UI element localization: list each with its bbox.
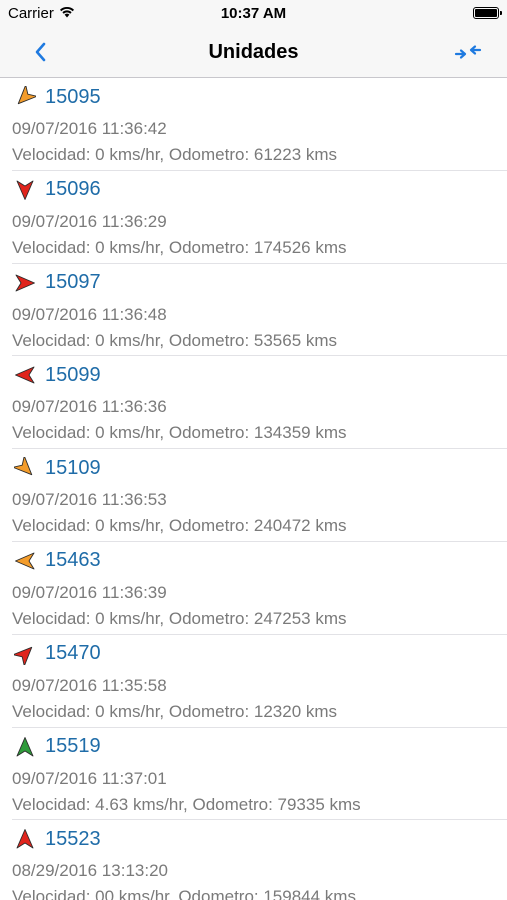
- page-title: Unidades: [208, 41, 299, 63]
- unit-timestamp: 08/29/2016 13:13:20: [12, 861, 168, 881]
- battery-icon: [473, 7, 502, 19]
- unit-id: 15519: [45, 735, 101, 758]
- unit-id: 15470: [45, 642, 101, 665]
- direction-arrow-icon: [12, 270, 38, 296]
- unit-id: 15109: [45, 456, 101, 479]
- arrows-converge-icon: [454, 45, 482, 59]
- unit-timestamp: 09/07/2016 11:36:53: [12, 490, 167, 510]
- unit-timestamp: 09/07/2016 11:36:39: [12, 582, 167, 602]
- direction-arrow-icon: [12, 362, 38, 388]
- unit-speed-odometer: Velocidad: 0 kms/hr, Odometro: 134359 km…: [12, 423, 347, 443]
- unit-speed-odometer: Velocidad: 0 kms/hr, Odometro: 61223 kms: [12, 145, 338, 164]
- unit-header: 15523: [12, 826, 101, 852]
- list-item[interactable]: 15519 09/07/2016 11:37:01 Velocidad: 4.63 …: [12, 728, 507, 821]
- collapse-button[interactable]: [453, 39, 483, 65]
- direction-arrow-icon: [12, 177, 38, 203]
- list-item[interactable]: 15109 09/07/2016 11:36:53 Velocidad: 0 kms…: [12, 449, 507, 542]
- status-bar: Carrier 10:37 AM: [0, 0, 507, 28]
- list-item[interactable]: 15463 09/07/2016 11:36:39 Velocidad: 0 kms…: [12, 542, 507, 635]
- list-item[interactable]: 15095 09/07/2016 11:36:42 Velocidad: 0 kms…: [12, 78, 507, 171]
- unit-speed-odometer: Velocidad: 0 kms/hr, Odometro: 174526 km…: [12, 237, 347, 257]
- unit-timestamp: 09/07/2016 11:37:01: [12, 768, 167, 788]
- unit-timestamp: 09/07/2016 11:36:48: [12, 304, 167, 324]
- unit-header: 15463: [12, 548, 101, 574]
- unit-header: 15095: [12, 84, 101, 110]
- unit-timestamp: 09/07/2016 11:36:36: [12, 397, 167, 417]
- unit-header: 15109: [12, 455, 101, 481]
- navigation-bar: Unidades: [0, 28, 507, 78]
- unit-speed-odometer: Velocidad: 4.63 kms/hr, Odometro: 79335 …: [12, 794, 361, 814]
- unit-header: 15519: [12, 734, 101, 760]
- clock: 10:37 AM: [220, 5, 287, 22]
- list-item[interactable]: 15096 09/07/2016 11:36:29 Velocidad: 0 kms…: [12, 171, 507, 264]
- list-item[interactable]: 15097 09/07/2016 11:36:48 Velocidad: 0 kms…: [12, 264, 507, 357]
- unit-speed-odometer: Velocidad: 0 kms/hr, Odometro: 12320 kms: [12, 701, 338, 721]
- unit-timestamp: 09/07/2016 11:36:42: [12, 119, 167, 138]
- unit-speed-odometer: Velocidad: 0 kms/hr, Odometro: 247253 km…: [12, 608, 347, 628]
- unit-id: 15097: [45, 271, 101, 294]
- list-item[interactable]: 15470 09/07/2016 11:35:58 Velocidad: 0 kms…: [12, 635, 507, 728]
- unit-header: 15470: [12, 641, 101, 667]
- unit-speed-odometer: Velocidad: 0 kms/hr, Odometro: 53565 kms: [12, 330, 338, 350]
- list-item[interactable]: 15523 08/29/2016 13:13:20 Velocidad: 00 km…: [12, 820, 507, 900]
- direction-arrow-icon: [12, 641, 38, 667]
- unit-speed-odometer: Velocidad: 00 kms/hr, Odometro: 159844 k…: [12, 887, 356, 900]
- unit-id: 15463: [45, 549, 101, 572]
- unit-list[interactable]: 15095 09/07/2016 11:36:42 Velocidad: 0 kms…: [0, 78, 507, 900]
- direction-arrow-icon: [12, 455, 38, 481]
- unit-timestamp: 09/07/2016 11:35:58: [12, 675, 167, 695]
- unit-header: 15099: [12, 362, 101, 388]
- unit-header: 15097: [12, 270, 101, 296]
- unit-timestamp: 09/07/2016 11:36:29: [12, 211, 167, 231]
- direction-arrow-icon: [12, 826, 38, 852]
- unit-id: 15095: [45, 85, 101, 108]
- unit-id: 15099: [45, 363, 101, 386]
- list-item[interactable]: 15099 09/07/2016 11:36:36 Velocidad: 0 kms…: [12, 356, 507, 450]
- direction-arrow-icon: [12, 734, 38, 760]
- unit-header: 15096: [12, 177, 101, 203]
- direction-arrow-icon: [12, 84, 38, 110]
- unit-id: 15096: [45, 178, 101, 201]
- unit-speed-odometer: Velocidad: 0 kms/hr, Odometro: 240472 km…: [12, 516, 347, 536]
- direction-arrow-icon: [12, 548, 38, 574]
- unit-id: 15523: [45, 827, 101, 850]
